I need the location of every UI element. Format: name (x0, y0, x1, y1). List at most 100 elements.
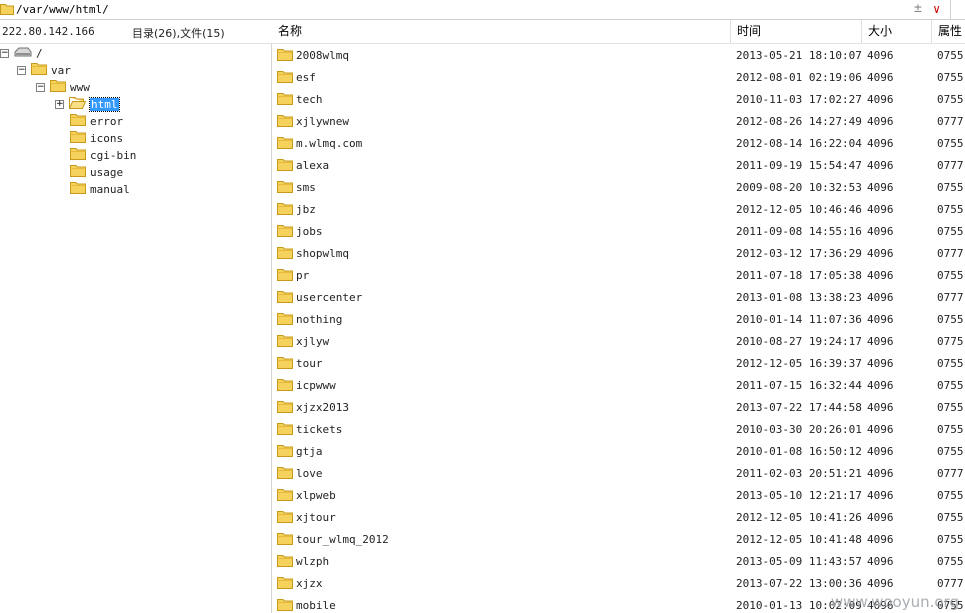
table-row[interactable]: tour 2012-12-05 16:39:37 4096 0755 (272, 353, 965, 375)
tree-node-www[interactable]: − www (36, 79, 90, 95)
table-row[interactable]: wlzph 2013-05-09 11:43:57 4096 0755 (272, 551, 965, 573)
table-row[interactable]: 2008wlmq 2013-05-21 18:10:07 4096 0755 (272, 45, 965, 67)
file-name[interactable]: esf (296, 71, 316, 84)
file-name[interactable]: usercenter (296, 291, 362, 304)
file-name[interactable]: nothing (296, 313, 342, 326)
table-row[interactable]: love 2011-02-03 20:51:21 4096 0777 (272, 463, 965, 485)
table-row[interactable]: tech 2010-11-03 17:02:27 4096 0755 (272, 89, 965, 111)
file-name[interactable]: icpwww (296, 379, 336, 392)
folder-icon (277, 268, 293, 284)
file-name[interactable]: wlzph (296, 555, 329, 568)
tree-node-cgi-bin[interactable]: cgi-bin (70, 147, 136, 163)
file-time: 2011-09-19 15:54:47 (736, 159, 862, 172)
file-permission: 0755 (937, 49, 964, 62)
table-row[interactable]: jobs 2011-09-08 14:55:16 4096 0755 (272, 221, 965, 243)
file-name[interactable]: pr (296, 269, 309, 282)
column-header-perm[interactable]: 属性 (932, 20, 965, 43)
table-row[interactable]: m.wlmq.com 2012-08-14 16:22:04 4096 0755 (272, 133, 965, 155)
collapse-toggle[interactable]: − (17, 65, 26, 75)
tree-node-html[interactable]: + html (55, 96, 120, 112)
file-name[interactable]: jbz (296, 203, 316, 216)
list-header: 名称 时间 大小 属性 (272, 20, 965, 44)
file-name[interactable]: xjlyw (296, 335, 329, 348)
table-row[interactable]: tickets 2010-03-30 20:26:01 4096 0755 (272, 419, 965, 441)
table-row[interactable]: nothing 2010-01-14 11:07:36 4096 0755 (272, 309, 965, 331)
table-row[interactable]: shopwlmq 2012-03-12 17:36:29 4096 0777 (272, 243, 965, 265)
collapse-toggle[interactable]: − (0, 48, 9, 58)
tree-node-label: / (36, 46, 43, 60)
tree-node-label: error (90, 114, 124, 128)
file-name[interactable]: tickets (296, 423, 342, 436)
watermark: www.wooyun.org (830, 593, 959, 611)
file-name[interactable]: love (296, 467, 323, 480)
table-row[interactable]: alexa 2011-09-19 15:54:47 4096 0777 (272, 155, 965, 177)
file-time: 2013-05-10 12:21:17 (736, 489, 862, 502)
file-time: 2010-03-30 20:26:01 (736, 423, 862, 436)
tree-node-usage[interactable]: usage (70, 164, 123, 180)
table-row[interactable]: icpwww 2011-07-15 16:32:44 4096 0755 (272, 375, 965, 397)
file-permission: 0777 (937, 467, 964, 480)
folder-icon (277, 576, 293, 592)
file-time: 2012-08-14 16:22:04 (736, 137, 862, 150)
folder-icon (0, 3, 14, 18)
file-name[interactable]: sms (296, 181, 316, 194)
file-permission: 0777 (937, 115, 964, 128)
table-row[interactable]: xjzx2013 2013-07-22 17:44:58 4096 0755 (272, 397, 965, 419)
tree-node-var[interactable]: − var (17, 62, 71, 78)
tree-node-manual[interactable]: manual (70, 181, 130, 197)
table-row[interactable]: tour_wlmq_2012 2012-12-05 10:41:48 4096 075… (272, 529, 965, 551)
table-row[interactable]: usercenter 2013-01-08 13:38:23 4096 0777 (272, 287, 965, 309)
file-name[interactable]: shopwlmq (296, 247, 349, 260)
file-name[interactable]: xjlywnew (296, 115, 349, 128)
expand-toggle[interactable]: + (55, 99, 64, 109)
column-header-time[interactable]: 时间 (731, 20, 862, 43)
file-name[interactable]: 2008wlmq (296, 49, 349, 62)
table-row[interactable]: xjzx 2013-07-22 13:00:36 4096 0777 (272, 573, 965, 595)
file-name[interactable]: tour (296, 357, 323, 370)
collapse-toggle[interactable]: − (36, 82, 45, 92)
file-time: 2012-12-05 10:41:48 (736, 533, 862, 546)
file-time: 2013-05-09 11:43:57 (736, 555, 862, 568)
file-name[interactable]: gtja (296, 445, 323, 458)
file-permission: 0755 (937, 423, 964, 436)
chevron-down-icon[interactable]: ∨ (933, 2, 940, 16)
tree-node-icons[interactable]: icons (70, 130, 123, 146)
file-name[interactable]: mobile (296, 599, 336, 612)
file-name[interactable]: xlpweb (296, 489, 336, 502)
plus-minus-icon[interactable]: ± (914, 1, 922, 16)
folder-icon (277, 180, 293, 196)
file-name[interactable]: alexa (296, 159, 329, 172)
file-time: 2013-07-22 13:00:36 (736, 577, 862, 590)
file-size: 4096 (867, 181, 894, 194)
table-row[interactable]: gtja 2010-01-08 16:50:12 4096 0755 (272, 441, 965, 463)
file-size: 4096 (867, 335, 894, 348)
file-time: 2013-07-22 17:44:58 (736, 401, 862, 414)
tree-node-label: icons (90, 131, 124, 145)
file-size: 4096 (867, 379, 894, 392)
table-row[interactable]: esf 2012-08-01 02:19:06 4096 0755 (272, 67, 965, 89)
table-row[interactable]: jbz 2012-12-05 10:46:46 4096 0755 (272, 199, 965, 221)
file-name[interactable]: m.wlmq.com (296, 137, 362, 150)
file-name[interactable]: tech (296, 93, 323, 106)
file-name[interactable]: xjtour (296, 511, 336, 524)
tree-node-error[interactable]: error (70, 113, 123, 129)
table-row[interactable]: pr 2011-07-18 17:05:38 4096 0755 (272, 265, 965, 287)
table-row[interactable]: xjlywnew 2012-08-26 14:27:49 4096 0777 (272, 111, 965, 133)
table-row[interactable]: xlpweb 2013-05-10 12:21:17 4096 0755 (272, 485, 965, 507)
file-name[interactable]: jobs (296, 225, 323, 238)
tree-header: 222.80.142.166 目录(26),文件(15) (0, 20, 272, 44)
folder-icon (277, 70, 293, 86)
path-input[interactable] (16, 2, 896, 17)
table-row[interactable]: xjlyw 2010-08-27 19:24:17 4096 0775 (272, 331, 965, 353)
table-row[interactable]: sms 2009-08-20 10:32:53 4096 0755 (272, 177, 965, 199)
table-row[interactable]: xjtour 2012-12-05 10:41:26 4096 0755 (272, 507, 965, 529)
tree-node-label: cgi-bin (90, 148, 137, 162)
file-name[interactable]: xjzx2013 (296, 401, 349, 414)
file-name[interactable]: tour_wlmq_2012 (296, 533, 389, 546)
column-header-size[interactable]: 大小 (862, 20, 932, 43)
tree-node-root[interactable]: − / (0, 45, 43, 61)
file-name[interactable]: xjzx (296, 577, 323, 590)
file-time: 2012-12-05 10:41:26 (736, 511, 862, 524)
folder-icon (277, 114, 293, 130)
column-header-name[interactable]: 名称 (272, 20, 731, 43)
